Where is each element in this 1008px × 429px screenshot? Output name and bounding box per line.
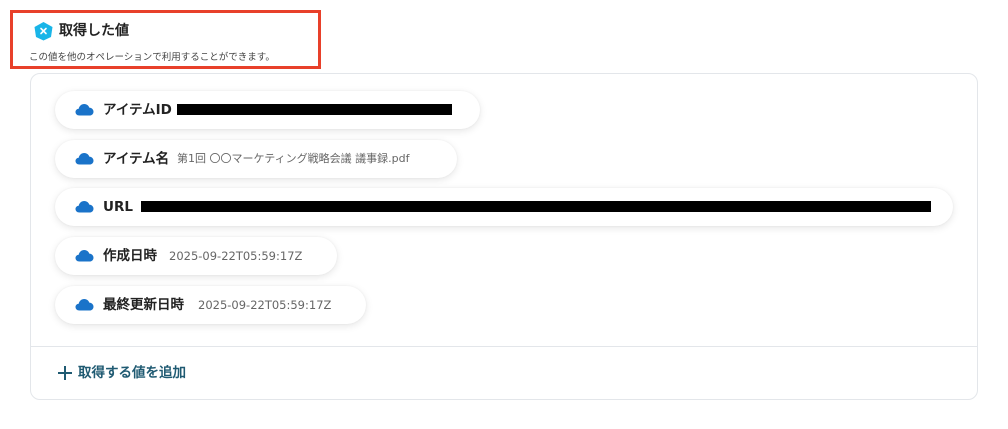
onedrive-cloud-icon: [75, 153, 94, 165]
field-label: アイテムID: [103, 102, 172, 118]
field-label: URL: [103, 199, 133, 215]
section-header-highlight: 取得した値 この値を他のオペレーションで利用することができます。: [10, 10, 321, 69]
redaction-bar: [141, 201, 931, 212]
field-value: 2025-09-22T05:59:17Z: [198, 298, 332, 312]
field-chip-url[interactable]: URL: [55, 188, 953, 226]
field-chip-last-modified[interactable]: 最終更新日時 2025-09-22T05:59:17Z: [55, 286, 366, 324]
onedrive-cloud-icon: [75, 299, 94, 311]
field-chip-created-at[interactable]: 作成日時 2025-09-22T05:59:17Z: [55, 237, 337, 275]
field-value: 第1回 〇〇マーケティング戦略会議 議事録.pdf: [177, 152, 410, 165]
section-description: この値を他のオペレーションで利用することができます。: [29, 52, 275, 63]
field-chip-item-id[interactable]: アイテムID: [55, 91, 480, 129]
field-label: アイテム名: [103, 151, 170, 167]
onedrive-cloud-icon: [75, 201, 94, 213]
add-value-label: 取得する値を追加: [78, 365, 186, 381]
retrieved-values-panel: アイテムID アイテム名 第1回 〇〇マーケティング戦略会議 議事録.pdf U…: [30, 73, 978, 400]
redaction-bar: [177, 104, 452, 115]
plus-icon: [57, 365, 73, 381]
onedrive-cloud-icon: [75, 250, 94, 262]
panel-divider: [31, 346, 977, 347]
onedrive-cloud-icon: [75, 104, 94, 116]
section-title: 取得した値: [59, 23, 129, 39]
hexagon-x-icon: [34, 22, 53, 41]
field-value: 2025-09-22T05:59:17Z: [169, 249, 303, 263]
field-label: 最終更新日時: [103, 297, 184, 313]
field-label: 作成日時: [103, 248, 157, 264]
field-chip-item-name[interactable]: アイテム名 第1回 〇〇マーケティング戦略会議 議事録.pdf: [55, 140, 457, 178]
